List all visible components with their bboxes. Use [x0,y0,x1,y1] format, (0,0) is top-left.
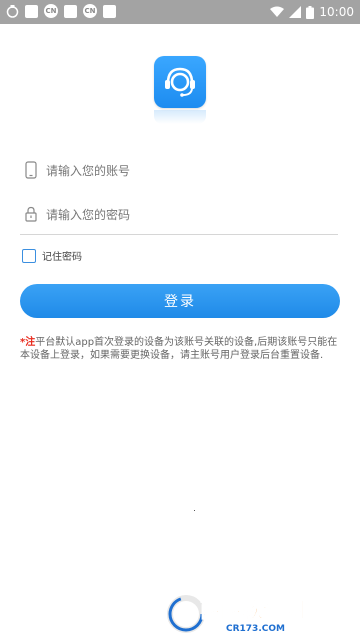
lock-icon [25,206,37,222]
wifi-icon [270,6,285,17]
stray-dot [194,510,195,511]
phone-icon [25,161,37,179]
app-notification-icon [64,4,77,18]
cn-notification-icon: CN [83,4,97,18]
cn-notification-icon: CN [44,4,58,18]
clock: 10:00 [319,5,354,19]
remember-password[interactable]: 记住密码 [22,248,82,263]
notice-text: 平台默认app首次登录的设备为该账号关联的设备,后期该账号只能在本设备上登录，如… [20,337,338,361]
app-logo [154,56,206,124]
notification-icons: CN CN [6,4,116,18]
password-input[interactable] [44,200,328,230]
svg-text:CR173.COM: CR173.COM [226,624,285,634]
app-notification-icon [103,4,116,18]
password-field[interactable] [20,194,338,235]
battery-icon [306,5,315,19]
xixi-watermark: 西西软件园 CR173.COM [166,590,342,634]
login-button[interactable]: 登录 [20,284,340,318]
headset-icon [165,67,195,97]
logo-reflection [154,110,206,124]
app-notification-icon [25,4,38,18]
remember-password-checkbox[interactable] [22,248,36,263]
notice-marker: *注 [20,337,36,348]
remember-password-label: 记住密码 [42,252,82,263]
security-notification-icon [6,5,19,18]
status-bar: CN CN 10:00 [0,0,360,24]
signal-icon [289,6,302,18]
svg-text:西西软件园: 西西软件园 [200,598,305,622]
username-input[interactable] [44,156,328,186]
device-binding-notice: *注平台默认app首次登录的设备为该账号关联的设备,后期该账号只能在本设备上登录… [20,336,342,362]
username-field[interactable] [20,150,338,190]
